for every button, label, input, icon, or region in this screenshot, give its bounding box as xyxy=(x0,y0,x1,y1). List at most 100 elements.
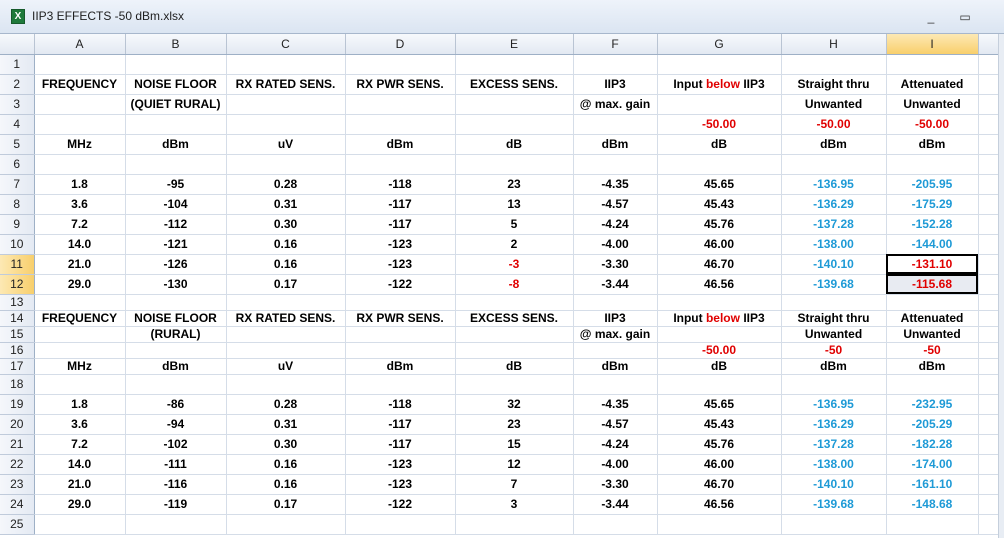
cell-a15[interactable] xyxy=(34,326,126,343)
cell-a10[interactable]: 14.0 xyxy=(34,234,126,255)
cell-i24[interactable]: -148.68 xyxy=(886,494,979,515)
cell-b12[interactable]: -130 xyxy=(125,274,227,295)
cell-i4[interactable]: -50.00 xyxy=(886,114,979,135)
cell-c6[interactable] xyxy=(226,154,346,175)
cell-f20[interactable]: -4.57 xyxy=(573,414,658,435)
cell-g19[interactable]: 45.65 xyxy=(657,394,782,415)
cell-h14[interactable]: Straight thru xyxy=(781,310,887,327)
cell-e12[interactable]: -8 xyxy=(455,274,574,295)
column-header-f[interactable]: F xyxy=(573,34,658,55)
cell-b4[interactable] xyxy=(125,114,227,135)
row-header[interactable]: 21 xyxy=(0,434,35,455)
cell-d24[interactable]: -122 xyxy=(345,494,456,515)
cell-g3[interactable] xyxy=(657,94,782,115)
cell-f24[interactable]: -3.44 xyxy=(573,494,658,515)
cell-c4[interactable] xyxy=(226,114,346,135)
cell-h1[interactable] xyxy=(781,54,887,75)
cell-i21[interactable]: -182.28 xyxy=(886,434,979,455)
cell-h12[interactable]: -139.68 xyxy=(781,274,887,295)
cell-h16[interactable]: -50 xyxy=(781,342,887,359)
cell-g4[interactable]: -50.00 xyxy=(657,114,782,135)
cell-d3[interactable] xyxy=(345,94,456,115)
cell-h11[interactable]: -140.10 xyxy=(781,254,887,275)
cell-a8[interactable]: 3.6 xyxy=(34,194,126,215)
cell-b5[interactable]: dBm xyxy=(125,134,227,155)
cell-g1[interactable] xyxy=(657,54,782,75)
row-header[interactable]: 3 xyxy=(0,94,35,115)
row-header[interactable]: 23 xyxy=(0,474,35,495)
cell-f2[interactable]: IIP3 xyxy=(573,74,658,95)
cell-d8[interactable]: -117 xyxy=(345,194,456,215)
cell-g15[interactable] xyxy=(657,326,782,343)
cell-f8[interactable]: -4.57 xyxy=(573,194,658,215)
cell-a5[interactable]: MHz xyxy=(34,134,126,155)
cell-g14[interactable]: Input below IIP3 xyxy=(657,310,782,327)
cell-b6[interactable] xyxy=(125,154,227,175)
spreadsheet-grid[interactable]: A B C D E F G H I 1 2 FREQUENCY NOISE FLOOR RX RATED … xyxy=(0,34,999,535)
cell-a7[interactable]: 1.8 xyxy=(34,174,126,195)
cell-h2[interactable]: Straight thru xyxy=(781,74,887,95)
cell-a19[interactable]: 1.8 xyxy=(34,394,126,415)
cell-a17[interactable]: MHz xyxy=(34,358,126,375)
row-header[interactable]: 19 xyxy=(0,394,35,415)
cell-d9[interactable]: -117 xyxy=(345,214,456,235)
cell-f14[interactable]: IIP3 xyxy=(573,310,658,327)
cell-h4[interactable]: -50.00 xyxy=(781,114,887,135)
cell-g22[interactable]: 46.00 xyxy=(657,454,782,475)
cell-h3[interactable]: Unwanted xyxy=(781,94,887,115)
column-header-c[interactable]: C xyxy=(226,34,346,55)
cell-e7[interactable]: 23 xyxy=(455,174,574,195)
cell-f4[interactable] xyxy=(573,114,658,135)
cell-e15[interactable] xyxy=(455,326,574,343)
cell-d18[interactable] xyxy=(345,374,456,395)
cell-e9[interactable]: 5 xyxy=(455,214,574,235)
cell-f13[interactable] xyxy=(573,294,658,311)
column-header-h[interactable]: H xyxy=(781,34,887,55)
cell-e1[interactable] xyxy=(455,54,574,75)
cell-f5[interactable]: dBm xyxy=(573,134,658,155)
cell-h9[interactable]: -137.28 xyxy=(781,214,887,235)
cell-g10[interactable]: 46.00 xyxy=(657,234,782,255)
cell-i13[interactable] xyxy=(886,294,979,311)
cell-a14[interactable]: FREQUENCY xyxy=(34,310,126,327)
cell-i11[interactable]: -131.10 xyxy=(886,254,979,275)
row-header[interactable]: 12 xyxy=(0,274,35,295)
minimize-icon[interactable]: _ xyxy=(922,11,940,25)
row-header[interactable]: 15 xyxy=(0,326,35,343)
column-header-e[interactable]: E xyxy=(455,34,574,55)
cell-d25[interactable] xyxy=(345,514,456,535)
cell-d16[interactable] xyxy=(345,342,456,359)
cell-g12[interactable]: 46.56 xyxy=(657,274,782,295)
cell-c15[interactable] xyxy=(226,326,346,343)
cell-d22[interactable]: -123 xyxy=(345,454,456,475)
row-header[interactable]: 6 xyxy=(0,154,35,175)
row-header[interactable]: 1 xyxy=(0,54,35,75)
cell-h8[interactable]: -136.29 xyxy=(781,194,887,215)
row-header[interactable]: 18 xyxy=(0,374,35,395)
cell-h13[interactable] xyxy=(781,294,887,311)
row-header[interactable]: 13 xyxy=(0,294,35,311)
row-header[interactable]: 10 xyxy=(0,234,35,255)
cell-h15[interactable]: Unwanted xyxy=(781,326,887,343)
cell-c11[interactable]: 0.16 xyxy=(226,254,346,275)
cell-g23[interactable]: 46.70 xyxy=(657,474,782,495)
cell-e17[interactable]: dB xyxy=(455,358,574,375)
cell-i15[interactable]: Unwanted xyxy=(886,326,979,343)
cell-e10[interactable]: 2 xyxy=(455,234,574,255)
cell-c3[interactable] xyxy=(226,94,346,115)
cell-f22[interactable]: -4.00 xyxy=(573,454,658,475)
cell-b7[interactable]: -95 xyxy=(125,174,227,195)
cell-f1[interactable] xyxy=(573,54,658,75)
cell-c14[interactable]: RX RATED SENS. xyxy=(226,310,346,327)
cell-c1[interactable] xyxy=(226,54,346,75)
column-header-b[interactable]: B xyxy=(125,34,227,55)
cell-e19[interactable]: 32 xyxy=(455,394,574,415)
cell-i19[interactable]: -232.95 xyxy=(886,394,979,415)
row-header[interactable]: 20 xyxy=(0,414,35,435)
cell-b14[interactable]: NOISE FLOOR xyxy=(125,310,227,327)
cell-g11[interactable]: 46.70 xyxy=(657,254,782,275)
cell-i22[interactable]: -174.00 xyxy=(886,454,979,475)
row-header[interactable]: 25 xyxy=(0,514,35,535)
cell-f15[interactable]: @ max. gain xyxy=(573,326,658,343)
cell-h25[interactable] xyxy=(781,514,887,535)
